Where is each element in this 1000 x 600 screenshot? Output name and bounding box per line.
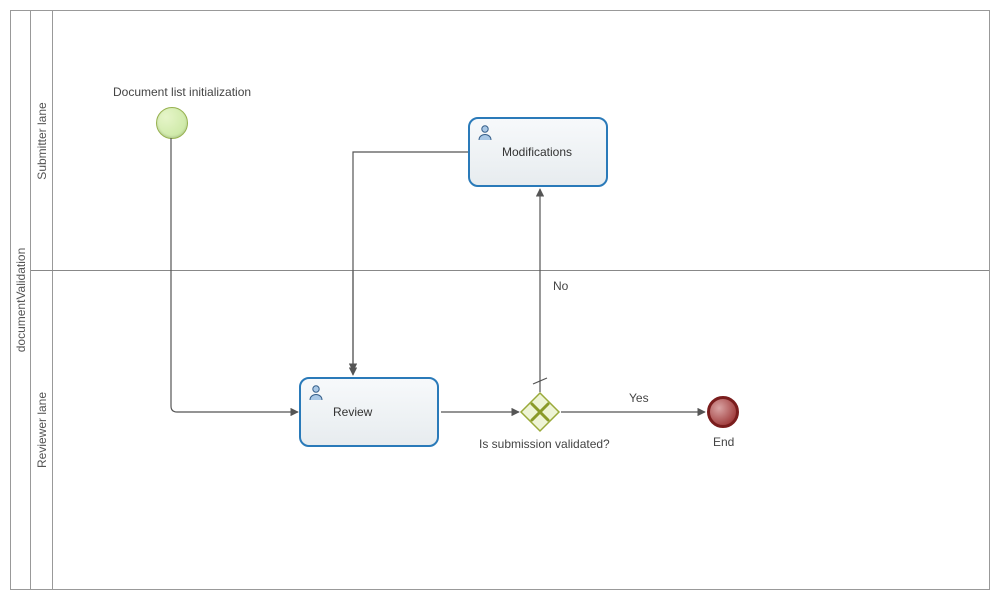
pool-document-validation: documentValidation Submitter lane Docume… [10,10,990,590]
lane-body-reviewer: Review Is subm [53,271,989,589]
pool-label: documentValidation [14,248,28,353]
pool-header: documentValidation [11,11,31,589]
lane-reviewer: Reviewer lane [31,271,989,589]
lane-header-submitter: Submitter lane [31,11,53,270]
flow-yes-label: Yes [629,391,649,405]
lane-header-reviewer: Reviewer lane [31,271,53,589]
lane-label-submitter: Submitter lane [35,102,49,179]
end-event-label: End [713,435,734,449]
end-event[interactable] [707,396,739,428]
lanes-container: Submitter lane Document list initializat… [31,11,989,589]
lane-label-reviewer: Reviewer lane [35,392,49,468]
